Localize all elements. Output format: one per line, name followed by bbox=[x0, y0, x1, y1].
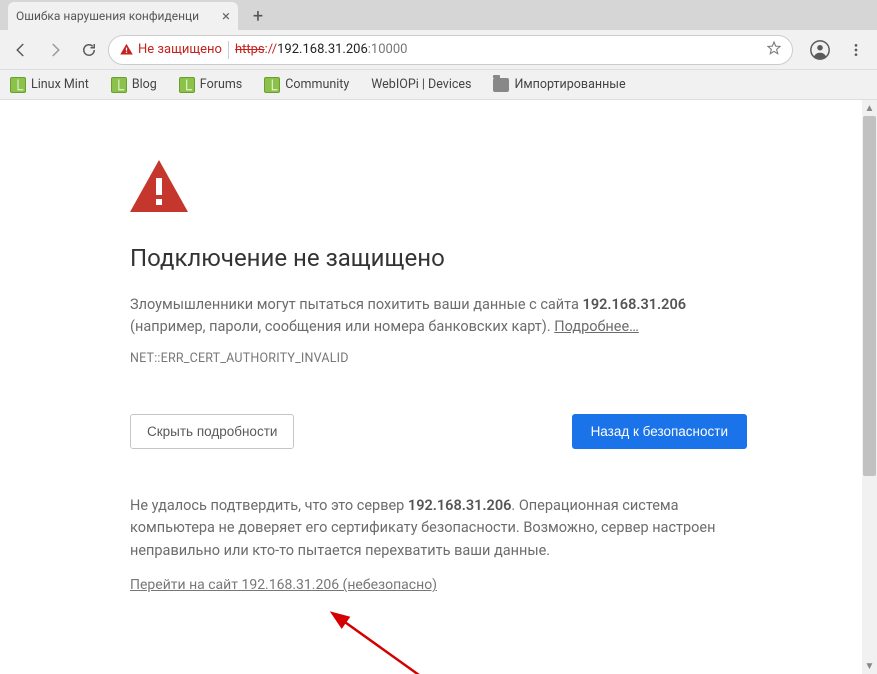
bookmark-label: Forums bbox=[200, 77, 242, 92]
learn-more-link[interactable]: Подробнее… bbox=[554, 318, 639, 335]
close-tab-icon[interactable]: × bbox=[222, 9, 230, 24]
details-paragraph: Не удалось подтвердить, что это сервер 1… bbox=[130, 495, 747, 562]
arrow-right-icon bbox=[46, 41, 64, 59]
arrow-left-icon bbox=[12, 41, 30, 59]
tab-bar: Ошибка нарушения конфиденци × + bbox=[0, 0, 877, 30]
bookmark-label: Linux Mint bbox=[31, 77, 89, 92]
bookmark-item-community[interactable]: ⎿ Community bbox=[260, 74, 353, 96]
warning-paragraph: Злоумышленники могут пытаться похитить в… bbox=[130, 294, 747, 339]
bookmark-item-webiopi[interactable]: WebIOPi | Devices bbox=[367, 74, 475, 95]
warning-triangle-icon bbox=[119, 42, 134, 57]
proceed-unsafe-link[interactable]: Перейти на сайт 192.168.31.206 (небезопа… bbox=[130, 577, 437, 593]
tab-title: Ошибка нарушения конфиденци bbox=[16, 9, 214, 23]
bookmark-item-blog[interactable]: ⎿ Blog bbox=[107, 74, 161, 96]
bookmark-item-imported-folder[interactable]: Импортированные bbox=[489, 74, 629, 95]
person-icon bbox=[809, 39, 831, 61]
button-row: Скрыть подробности Назад к безопасности bbox=[130, 414, 747, 449]
page-heading: Подключение не защищено bbox=[130, 244, 747, 272]
star-icon bbox=[766, 40, 782, 56]
host-bold: 192.168.31.206 bbox=[408, 497, 511, 514]
bookmark-item-linuxmint[interactable]: ⎿ Linux Mint bbox=[6, 74, 93, 96]
bookmark-label: Импортированные bbox=[514, 77, 625, 92]
address-bar[interactable]: Не защищено https://192.168.31.206:10000 bbox=[108, 35, 793, 65]
url-port: :10000 bbox=[368, 42, 408, 57]
scrollbar-thumb[interactable] bbox=[863, 116, 876, 476]
host-bold: 192.168.31.206 bbox=[583, 296, 686, 313]
scroll-down-icon[interactable]: ▼ bbox=[862, 658, 877, 674]
annotation-arrow-icon bbox=[330, 610, 460, 674]
linuxmint-icon: ⎿ bbox=[10, 77, 26, 93]
error-code: NET::ERR_CERT_AUTHORITY_INVALID bbox=[130, 351, 747, 366]
url-display: https://192.168.31.206:10000 bbox=[235, 42, 408, 57]
new-tab-button[interactable]: + bbox=[244, 2, 272, 30]
back-to-safety-button[interactable]: Назад к безопасности bbox=[572, 414, 747, 449]
browser-toolbar: Не защищено https://192.168.31.206:10000 bbox=[0, 30, 877, 70]
browser-tab[interactable]: Ошибка нарушения конфиденци × bbox=[8, 2, 238, 30]
bookmark-star-button[interactable] bbox=[766, 40, 782, 60]
menu-button[interactable] bbox=[841, 35, 871, 65]
page-content: Подключение не защищено Злоумышленники м… bbox=[0, 100, 877, 674]
kebab-icon bbox=[848, 42, 864, 58]
not-secure-label: Не защищено bbox=[138, 42, 222, 57]
forward-button[interactable] bbox=[40, 35, 70, 65]
url-host: 192.168.31.206 bbox=[277, 42, 368, 57]
scrollbar[interactable]: ▲ ▼ bbox=[862, 100, 877, 674]
url-scheme: https bbox=[235, 42, 265, 57]
scroll-up-icon[interactable]: ▲ bbox=[862, 100, 877, 116]
bookmark-label: WebIOPi | Devices bbox=[371, 77, 471, 92]
bookmark-item-forums[interactable]: ⎿ Forums bbox=[175, 74, 246, 96]
folder-icon bbox=[493, 78, 509, 92]
linuxmint-icon: ⎿ bbox=[111, 77, 127, 93]
linuxmint-icon: ⎿ bbox=[264, 77, 280, 93]
bookmark-label: Blog bbox=[132, 77, 157, 92]
reload-icon bbox=[80, 41, 98, 59]
hide-details-button[interactable]: Скрыть подробности bbox=[130, 414, 294, 449]
linuxmint-icon: ⎿ bbox=[179, 77, 195, 93]
bookmarks-bar: ⎿ Linux Mint ⎿ Blog ⎿ Forums ⎿ Community… bbox=[0, 70, 877, 100]
security-indicator[interactable]: Не защищено bbox=[119, 41, 229, 59]
bookmark-label: Community bbox=[285, 77, 349, 92]
profile-button[interactable] bbox=[805, 35, 835, 65]
reload-button[interactable] bbox=[74, 35, 104, 65]
plus-icon: + bbox=[253, 6, 263, 27]
warning-triangle-icon bbox=[130, 160, 747, 216]
back-button[interactable] bbox=[6, 35, 36, 65]
